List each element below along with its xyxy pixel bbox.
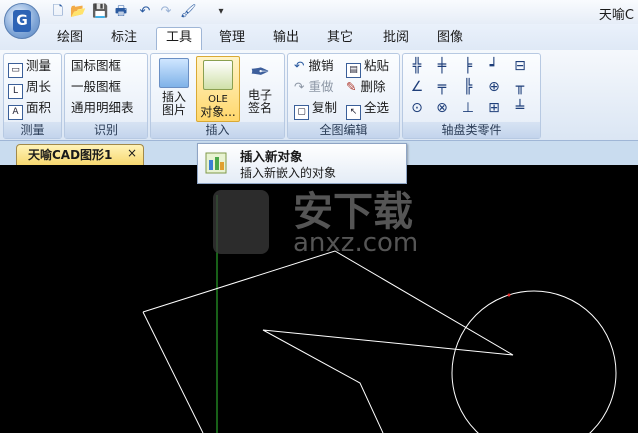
- area-label: 面积: [26, 100, 52, 115]
- shaft-icon-2[interactable]: ╪: [433, 57, 451, 75]
- shaft-icon-9[interactable]: ⊕: [485, 78, 503, 96]
- pen-icon: ✒: [249, 58, 271, 86]
- new-icon[interactable]: 🗋: [50, 4, 66, 20]
- group-insert-label: 插入: [151, 122, 284, 138]
- copy-icon: ▢: [294, 105, 309, 120]
- polyline-edge: [142, 311, 204, 434]
- sign-label-2: 签名: [247, 101, 272, 115]
- cursor-icon: ↖: [346, 105, 361, 120]
- watermark-logo-icon: [213, 190, 269, 254]
- shaft-icon-4[interactable]: ┙: [485, 57, 503, 75]
- watermark-url: anxz.com: [293, 228, 418, 258]
- application-menu-button[interactable]: G: [4, 3, 40, 39]
- shaft-icon-15[interactable]: ╧: [511, 99, 529, 117]
- ribbon-tab-row: [0, 24, 638, 51]
- insert-picture-button[interactable]: 插入 图片: [155, 58, 193, 117]
- undo-icon[interactable]: ↶: [137, 4, 153, 20]
- copy-button[interactable]: ▢ 复制: [294, 99, 338, 120]
- tooltip-description: 插入新嵌入的对象: [240, 166, 337, 180]
- tab-manage[interactable]: 管理: [214, 28, 250, 48]
- window-title: 天喻C: [598, 8, 634, 23]
- group-identify-label: 识别: [65, 122, 147, 138]
- tab-review[interactable]: 批阅: [378, 28, 414, 48]
- general-frame-button[interactable]: 一般图框: [71, 78, 121, 96]
- select-all-button[interactable]: ↖ 全选: [346, 99, 390, 120]
- brush-icon[interactable]: 🖌: [180, 4, 197, 20]
- document-tab-label: 天喻CAD图形1: [28, 148, 113, 162]
- ole-label-2: 对象...: [200, 105, 236, 119]
- redo-button[interactable]: ↷ 重做: [294, 78, 333, 96]
- redo-label: 重做: [308, 79, 334, 94]
- shaft-icon-3[interactable]: ╞: [459, 57, 477, 75]
- ruler-icon: ▭: [8, 63, 23, 78]
- perimeter-label: 周长: [26, 79, 52, 94]
- shaft-icon-6[interactable]: ∠: [408, 78, 426, 96]
- drawing-canvas[interactable]: 安下载 anxz.com: [0, 165, 638, 436]
- open-icon[interactable]: 📂: [70, 4, 86, 20]
- shaft-icon-14[interactable]: ⊞: [485, 99, 503, 117]
- e-signature-button[interactable]: ✒ 电子 签名: [242, 58, 278, 115]
- tab-tools[interactable]: 工具: [156, 27, 202, 51]
- picture-icon: [159, 58, 189, 88]
- bom-table-button[interactable]: 通用明细表: [71, 99, 134, 117]
- redo-icon[interactable]: ↷: [158, 4, 174, 20]
- copy-label: 复制: [312, 100, 338, 115]
- paste-icon: ▤: [346, 63, 361, 78]
- perimeter-button[interactable]: L 周长: [8, 78, 52, 99]
- shaft-icon-13[interactable]: ⊥: [459, 99, 477, 117]
- tab-draw[interactable]: 绘图: [52, 28, 88, 48]
- dropdown-icon[interactable]: ▾: [213, 4, 229, 20]
- tab-image[interactable]: 图像: [432, 28, 468, 48]
- shaft-icon-10[interactable]: ╥: [511, 78, 529, 96]
- undo-arrow-icon: ↶: [294, 58, 309, 73]
- area-button[interactable]: A 面积: [8, 99, 52, 120]
- tooltip-title: 插入新对象: [240, 149, 303, 164]
- app-logo-icon: G: [13, 10, 31, 32]
- close-icon[interactable]: ×: [127, 146, 137, 160]
- tab-output[interactable]: 输出: [268, 28, 304, 48]
- delete-label: 删除: [360, 79, 386, 94]
- measure-button[interactable]: ▭ 测量: [8, 57, 52, 78]
- ole-tooltip-icon: [205, 152, 227, 174]
- select-all-label: 全选: [364, 100, 390, 115]
- measure-label: 测量: [26, 58, 52, 73]
- shaft-icon-8[interactable]: ╠: [459, 78, 477, 96]
- drawing-svg: 安下载 anxz.com: [142, 189, 617, 436]
- ole-icon: [203, 60, 233, 90]
- red-point: [507, 293, 511, 297]
- shaft-icon-11[interactable]: ⊙: [408, 99, 426, 117]
- redo-arrow-icon: ↷: [294, 79, 309, 94]
- circle-shape: [451, 290, 617, 436]
- insert-picture-label-2: 图片: [161, 103, 186, 117]
- print-preview-icon[interactable]: 🖶: [113, 4, 129, 20]
- eraser-icon: ✎: [346, 79, 361, 94]
- shaft-icon-7[interactable]: ╤: [433, 78, 451, 96]
- delete-button[interactable]: ✎ 删除: [346, 78, 385, 96]
- group-axis-parts-label: 轴盘类零件: [403, 122, 540, 138]
- perimeter-icon: L: [8, 84, 23, 99]
- undo-button[interactable]: ↶ 撤销: [294, 57, 333, 75]
- undo-label: 撤销: [308, 58, 334, 73]
- group-edit-label: 全图编辑: [288, 122, 399, 138]
- tab-other[interactable]: 其它: [322, 28, 358, 48]
- polyline-shape: [142, 250, 514, 434]
- group-measure-label: 测量: [4, 122, 61, 138]
- shaft-icon-12[interactable]: ⊗: [433, 99, 451, 117]
- tab-annotate[interactable]: 标注: [106, 28, 142, 48]
- area-icon: A: [8, 105, 23, 120]
- ole-object-button[interactable]: OLE 对象...: [196, 56, 240, 122]
- shaft-icon-5[interactable]: ⊟: [511, 57, 529, 75]
- save-icon[interactable]: 💾: [92, 4, 108, 20]
- paste-label: 粘贴: [364, 58, 390, 73]
- national-frame-button[interactable]: 国标图框: [71, 57, 121, 75]
- paste-button[interactable]: ▤ 粘贴: [346, 57, 390, 78]
- shaft-icon-1[interactable]: ╬: [408, 57, 426, 75]
